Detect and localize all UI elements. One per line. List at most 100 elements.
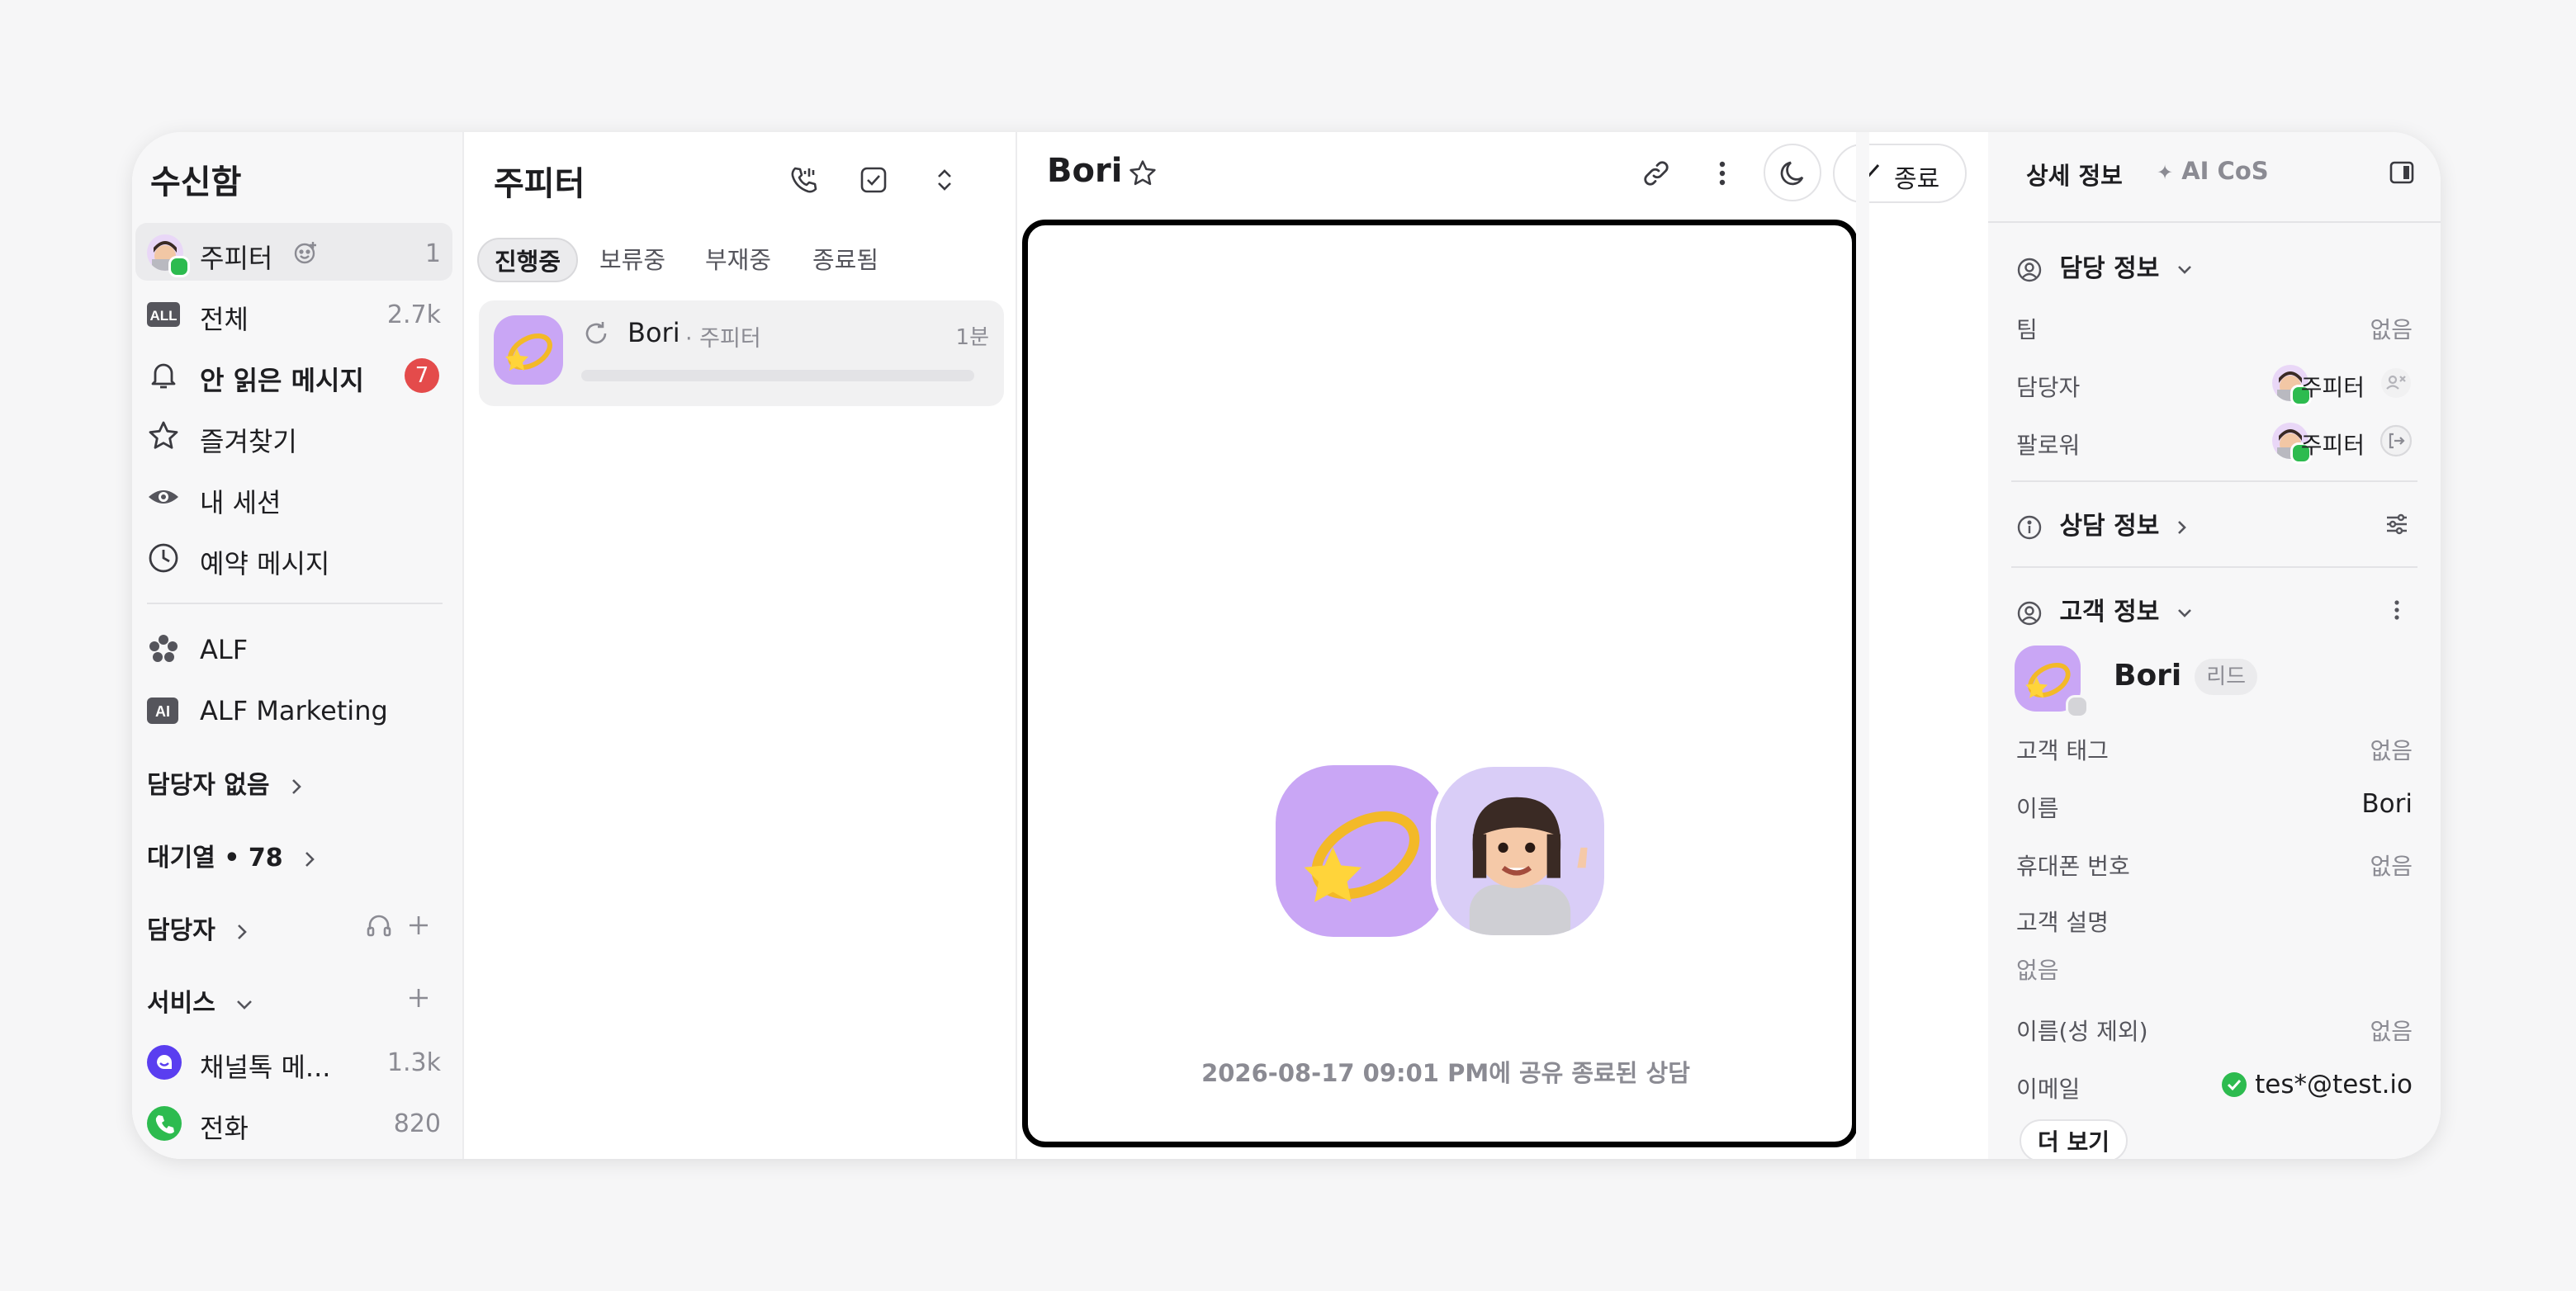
given-name-row: 이름(성 제외) 없음 — [2016, 1007, 2413, 1048]
panel-toggle-icon[interactable] — [2388, 158, 2416, 187]
service-item-channeltalk[interactable]: 채널톡 메... 1.3k — [147, 1035, 446, 1088]
chat-title: Bori — [1047, 152, 1123, 190]
inbox-sidebar: 수신함 주피터 1 ALL 전체 2.7k 안 읽은 메시지 7 즐겨찾기 내 … — [132, 132, 464, 1159]
sidebar-item-all[interactable]: ALL 전체 2.7k — [147, 287, 446, 340]
chevron-down-icon — [237, 1000, 253, 1010]
sidebar-item-label: ALF — [200, 634, 249, 665]
moon-icon — [1780, 161, 1804, 186]
all-icon: ALL — [147, 302, 180, 327]
section-divider — [2011, 480, 2417, 482]
sidebar-item-label: 전화 — [200, 1113, 249, 1144]
sidebar-item-unread[interactable]: 안 읽은 메시지 7 — [147, 348, 446, 401]
service-item-phone[interactable]: 전화 820 — [147, 1096, 446, 1149]
description-value[interactable]: 없음 — [2016, 953, 2059, 986]
sidebar-title: 수신함 — [150, 163, 242, 201]
sidebar-item-label: 전체 — [200, 304, 249, 335]
snooze-button[interactable] — [1764, 144, 1821, 201]
chevron-right-icon — [291, 778, 301, 794]
sidebar-item-alf-marketing[interactable]: AI ALF Marketing — [147, 683, 446, 736]
user-circle-icon — [2017, 258, 2042, 281]
follower-label: 팔로워 — [2016, 432, 2081, 459]
add-service-icon[interactable] — [405, 984, 433, 1012]
tab-ai-cos[interactable]: ✦ AI CoS — [2157, 157, 2269, 185]
team-label: 팀 — [2016, 316, 2038, 343]
conversation-ended-text: 2026-08-17 09:01 PM에 공유 종료된 상담 — [1201, 1059, 1690, 1087]
sidebar-item-count: 1.3k — [386, 1048, 441, 1077]
user-circle-icon — [2017, 601, 2042, 625]
phone-icon — [147, 1106, 182, 1141]
sidebar-item-label: 주피터 — [200, 243, 273, 274]
section-customer-info[interactable]: 고객 정보 — [2016, 591, 2413, 632]
sort-icon[interactable] — [928, 163, 961, 196]
sidebar-item-label: 즐겨찾기 — [200, 426, 297, 457]
sidebar-item-label: 내 세션 — [200, 487, 282, 518]
clock-icon — [147, 541, 180, 575]
phone-row: 휴대폰 번호 없음 — [2016, 842, 2413, 883]
customer-tag-row: 고객 태그 없음 — [2016, 726, 2413, 768]
follower-value[interactable]: 주피터 — [2301, 428, 2365, 461]
headset-icon[interactable] — [365, 911, 393, 939]
lead-badge: 리드 — [2195, 659, 2258, 695]
show-more-button[interactable]: 더 보기 — [2020, 1119, 2129, 1159]
more-vertical-icon[interactable] — [2383, 596, 2411, 624]
sidebar-item-favorites[interactable]: 즐겨찾기 — [147, 409, 446, 462]
sidebar-item-label: 채널톡 메... — [200, 1052, 331, 1083]
tab-details[interactable]: 상세 정보 — [2026, 157, 2123, 192]
sidebar-item-my-sessions[interactable]: 내 세션 — [147, 471, 446, 523]
tab-on-hold[interactable]: 보류중 — [586, 238, 679, 282]
svg-text:ALL: ALL — [149, 308, 177, 324]
conversation-item[interactable]: Bori · 주피터 1분 — [479, 300, 1004, 406]
sidebar-item-jupiter[interactable]: 주피터 1 — [147, 226, 446, 279]
phone-value[interactable]: 없음 — [2370, 849, 2413, 882]
chevron-right-icon — [2177, 520, 2186, 534]
section-unassigned[interactable]: 담당자 없음 — [147, 764, 303, 801]
email-value[interactable]: tes*@test.io — [2255, 1070, 2413, 1099]
section-assignment[interactable]: 담당 정보 — [2016, 248, 2413, 289]
online-status-dot — [168, 256, 190, 277]
phone-call-icon[interactable] — [788, 163, 821, 196]
star-icon — [147, 419, 180, 452]
eye-icon — [147, 480, 180, 513]
section-services[interactable]: 서비스 — [147, 982, 253, 1019]
email-label: 이메일 — [2016, 1076, 2081, 1103]
close-conversation-button[interactable]: 종료 — [1833, 144, 1967, 203]
section-queue[interactable]: 대기열 • 78 — [147, 837, 316, 873]
leave-follow-icon[interactable] — [2379, 424, 2413, 457]
more-vertical-icon[interactable] — [1706, 157, 1739, 190]
team-value[interactable]: 없음 — [2370, 312, 2413, 345]
customer-tag-value[interactable]: 없음 — [2370, 733, 2413, 766]
alf-icon — [147, 632, 180, 665]
section-assignee[interactable]: 담당자 — [147, 910, 249, 946]
given-name-value[interactable]: 없음 — [2370, 1014, 2413, 1047]
conversation-customer-name: Bori — [627, 317, 680, 348]
link-icon[interactable] — [1640, 157, 1673, 190]
add-assignee-icon[interactable] — [405, 911, 433, 939]
customer-tag-label: 고객 태그 — [2016, 737, 2109, 764]
shooting-star-icon — [505, 333, 552, 371]
tab-closed[interactable]: 종료됨 — [799, 238, 892, 282]
check-square-icon[interactable] — [857, 163, 890, 196]
favorite-star-icon[interactable] — [1128, 158, 1158, 188]
header-divider — [1988, 221, 2441, 223]
info-icon — [2017, 515, 2042, 539]
name-row: 이름 Bori — [2016, 784, 2413, 825]
section-consult-info[interactable]: 상담 정보 — [2016, 505, 2413, 546]
svg-text:AI: AI — [155, 703, 170, 720]
tab-in-progress[interactable]: 진행중 — [477, 238, 578, 282]
settings-sliders-icon[interactable] — [2383, 510, 2411, 538]
ai-icon: AI — [147, 698, 178, 724]
chat-messages-area: 2026-08-17 09:01 PM에 공유 종료된 상담 — [1022, 220, 1858, 1147]
sidebar-item-label: 예약 메시지 — [200, 548, 330, 579]
description-label: 고객 설명 — [2016, 909, 2109, 936]
offline-status-dot — [2066, 695, 2089, 718]
sidebar-item-alf[interactable]: ALF — [147, 622, 446, 675]
assignee-row: 담당자 주피터 — [2016, 363, 2413, 406]
tab-missed[interactable]: 부재중 — [692, 238, 784, 282]
email-row: 이메일 tes*@test.io — [2016, 1065, 2413, 1106]
name-value[interactable]: Bori — [2361, 789, 2413, 819]
status-emoji-icon[interactable] — [292, 239, 319, 266]
unassign-icon[interactable] — [2379, 366, 2413, 400]
chat-panel: Bori 종료 2026-08-17 09:01 PM에 공유 종료된 상담 — [1017, 132, 1988, 1159]
assignee-value[interactable]: 주피터 — [2301, 370, 2365, 403]
sidebar-item-scheduled[interactable]: 예약 메시지 — [147, 532, 446, 584]
